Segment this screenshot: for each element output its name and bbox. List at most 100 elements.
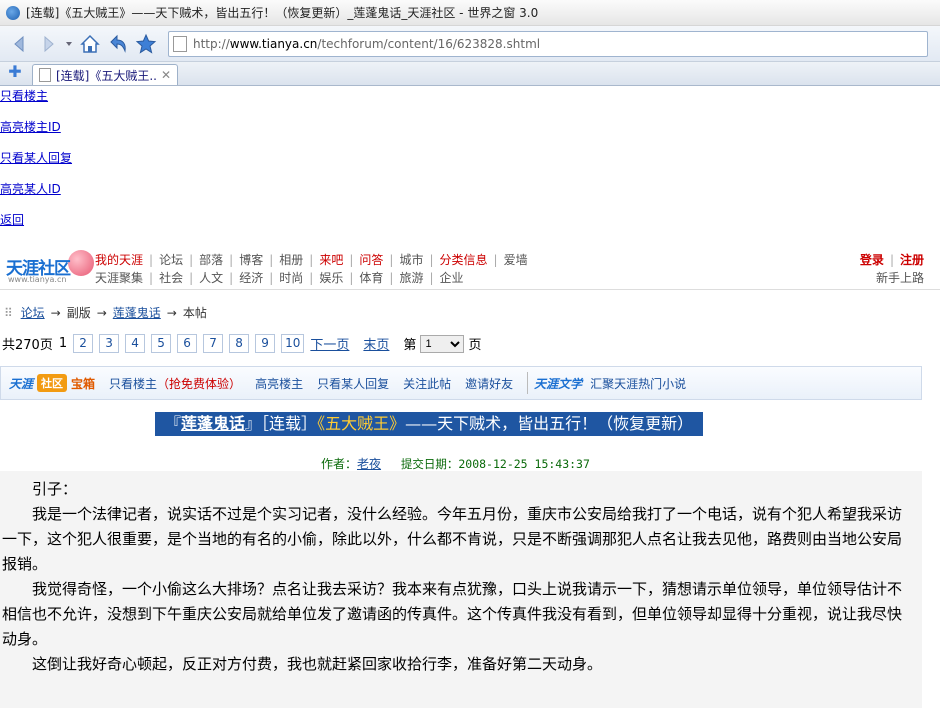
literature-link[interactable]: 汇聚天涯热门小说 <box>590 375 686 392</box>
paragraph: 引子： <box>32 480 78 498</box>
favorites-button[interactable] <box>134 32 158 56</box>
nav-item[interactable]: 我的天涯 <box>95 253 143 267</box>
tab-favicon-icon <box>39 68 51 82</box>
new-tab-button[interactable]: ✚ <box>6 64 24 82</box>
tianya-logo[interactable]: 天涯社区 www.tianya.cn <box>6 250 94 284</box>
forward-button[interactable] <box>36 32 60 56</box>
owner-only-button[interactable]: 只看楼主（抢免费体验） <box>109 375 241 392</box>
nav-item[interactable]: 部落 <box>199 253 223 267</box>
page-select[interactable]: 1 <box>420 334 465 353</box>
register-link[interactable]: 注册 <box>900 253 924 267</box>
owner-only-label: 只看楼主 <box>109 376 158 391</box>
nav-item[interactable]: 人文 <box>199 271 223 285</box>
page-number-button[interactable]: 3 <box>99 334 120 353</box>
nav-item[interactable]: 分类信息 <box>440 253 488 267</box>
nav-item[interactable]: 论坛 <box>159 253 183 267</box>
goto-prefix: 第 <box>403 338 417 353</box>
link-someone-reply[interactable]: 只看某人回复 <box>0 148 940 179</box>
nav-item[interactable]: 旅游 <box>399 271 423 285</box>
newbie-link[interactable]: 新手上路 <box>876 269 924 286</box>
back-arrow-icon <box>14 35 24 52</box>
arrow-icon: → <box>166 306 177 320</box>
separator: | <box>149 271 154 285</box>
browser-toolbar: http://www.tianya.cn/techforum/content/1… <box>0 26 940 62</box>
literature-brand: 天涯文学 <box>534 376 583 391</box>
author-label: 作者： <box>321 457 358 471</box>
author-link[interactable]: 老夜 <box>357 457 381 471</box>
page-number-button[interactable]: 2 <box>73 334 94 353</box>
title-rest: ——天下贼术，皆出五行！（恢复更新） <box>405 414 694 433</box>
nav-item[interactable]: 经济 <box>239 271 263 285</box>
paragraph: 这倒让我好奇心顿起，反正对方付费，我也就赶紧回家收拾行李，准备好第二天动身。 <box>32 655 603 673</box>
breadcrumb-forum[interactable]: 论坛 <box>21 306 45 320</box>
link-back[interactable]: 返回 <box>0 210 940 241</box>
browser-logo-icon <box>6 5 20 20</box>
page-number-button[interactable]: 5 <box>151 334 172 353</box>
nav-item[interactable]: 问答 <box>359 253 383 267</box>
logo-ball-icon <box>68 250 94 276</box>
breadcrumb-board[interactable]: 莲蓬鬼话 <box>113 306 161 320</box>
window-titlebar: [连载]《五大贼王》——天下贼术，皆出五行！（恢复更新）_莲蓬鬼话_天涯社区 -… <box>0 0 940 26</box>
separator: | <box>389 253 394 267</box>
next-page-link[interactable]: 下一页 <box>310 334 349 353</box>
nav-item[interactable]: 社会 <box>159 271 183 285</box>
nav-item[interactable]: 相册 <box>279 253 303 267</box>
link-highlight-someone[interactable]: 高亮某人ID <box>0 179 940 210</box>
divider <box>527 372 529 394</box>
page-number-button[interactable]: 8 <box>229 334 250 353</box>
separator: | <box>389 271 394 285</box>
community-toolbox: 天涯 社区 宝箱 只看楼主（抢免费体验） 高亮楼主 只看某人回复 关注此帖 邀请… <box>0 366 922 400</box>
total-pages: 共270页 <box>2 338 53 353</box>
separator: | <box>269 271 274 285</box>
undo-close-button[interactable] <box>106 32 130 56</box>
undo-arrow-icon <box>110 34 126 53</box>
separator: | <box>309 271 314 285</box>
tab-close-icon[interactable]: ✕ <box>161 68 171 82</box>
title-tag: ［连载］ <box>261 414 318 433</box>
url-host: www.tianya.cn <box>229 36 318 51</box>
toolbox-badge: 社区 <box>37 374 68 392</box>
breadcrumb: ⠿ 论坛 → 副版 → 莲蓬鬼话 → 本帖 <box>4 304 207 321</box>
forward-arrow-icon <box>44 35 54 52</box>
last-page-link[interactable]: 末页 <box>363 334 389 353</box>
highlight-owner-button[interactable]: 高亮楼主 <box>255 375 303 392</box>
invite-button[interactable]: 邀请好友 <box>465 375 513 392</box>
link-owner-only[interactable]: 只看楼主 <box>0 86 940 117</box>
tab-title: [连载]《五大贼王... <box>56 68 157 83</box>
tab-current[interactable]: [连载]《五大贼王... ✕ <box>32 64 178 85</box>
address-bar[interactable]: http://www.tianya.cn/techforum/content/1… <box>168 30 928 57</box>
page-number-button[interactable]: 6 <box>177 334 198 353</box>
date-label: 提交日期： <box>400 457 459 471</box>
text-links: 只看楼主 高亮楼主ID 只看某人回复 高亮某人ID 返回 <box>0 86 940 241</box>
page-number-button[interactable]: 10 <box>281 334 305 353</box>
nav-item[interactable]: 博客 <box>239 253 263 267</box>
nav-item[interactable]: 城市 <box>399 253 423 267</box>
nav-item[interactable]: 爱墙 <box>504 253 528 267</box>
tab-bar: ✚ [连载]《五大贼王... ✕ <box>0 62 940 86</box>
nav-item[interactable]: 时尚 <box>279 271 303 285</box>
history-dropdown[interactable] <box>64 32 74 56</box>
separator: | <box>269 253 274 267</box>
goto-suffix: 页 <box>468 338 482 353</box>
page-number-button[interactable]: 9 <box>255 334 276 353</box>
nav-item[interactable]: 来吧 <box>319 253 343 267</box>
login-link[interactable]: 登录 <box>860 253 884 267</box>
page-number-button[interactable]: 7 <box>203 334 224 353</box>
account-links: 登录 | 注册 <box>860 251 924 268</box>
nav-item[interactable]: 天涯聚集 <box>95 271 143 285</box>
someone-reply-button[interactable]: 只看某人回复 <box>317 375 389 392</box>
link-highlight-owner[interactable]: 高亮楼主ID <box>0 117 940 148</box>
title-board-link[interactable]: 莲蓬鬼话 <box>181 414 245 433</box>
nav-item[interactable]: 娱乐 <box>319 271 343 285</box>
nav-item[interactable]: 体育 <box>359 271 383 285</box>
home-button[interactable] <box>78 32 102 56</box>
separator: | <box>493 253 498 267</box>
back-button[interactable] <box>8 32 32 56</box>
nav-item[interactable]: 企业 <box>440 271 464 285</box>
page-number-button[interactable]: 4 <box>125 334 146 353</box>
post-title: 『莲蓬鬼话』［连载］《五大贼王》——天下贼术，皆出五行！（恢复更新） <box>155 412 704 436</box>
follow-button[interactable]: 关注此帖 <box>403 375 451 392</box>
url-path: /techforum/content/16/623828.shtml <box>317 36 541 51</box>
separator: | <box>229 253 234 267</box>
separator: | <box>189 271 194 285</box>
